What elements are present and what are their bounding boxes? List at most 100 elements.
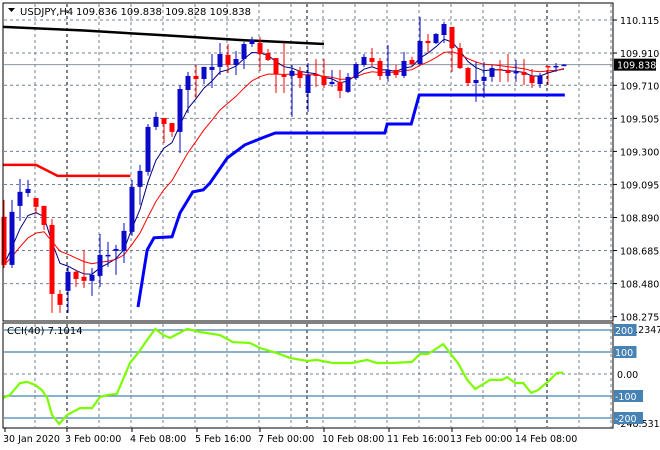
candle-body xyxy=(425,40,431,44)
price-tick-label: 108.685 xyxy=(620,247,659,258)
candle-body xyxy=(545,65,551,68)
trading-chart[interactable]: 110.115 109.910 109.710 109.505 109.300 109.0… xyxy=(0,0,660,450)
cci-label: CCI(40) 7.1014 xyxy=(7,326,83,337)
triangle-down-icon[interactable] xyxy=(8,8,15,12)
time-label: 14 Feb 08:00 xyxy=(515,434,577,445)
candle-body xyxy=(313,74,319,76)
candle-body xyxy=(241,44,247,60)
candle-body xyxy=(433,34,439,44)
candles xyxy=(1,16,567,313)
candle-body xyxy=(361,56,367,65)
cci-level-label: 0.00 xyxy=(617,370,638,381)
price-tick-label: 108.275 xyxy=(620,313,659,324)
candle-body xyxy=(249,39,255,45)
candle-body xyxy=(73,271,79,279)
candle-body xyxy=(209,66,215,70)
candle-body xyxy=(537,75,543,85)
candle-body xyxy=(505,69,511,74)
ohlc-label: 109.836 109.838 109.828 109.838 xyxy=(76,7,251,18)
candle-body xyxy=(177,89,183,132)
symbol-label: USDJPY,H4 xyxy=(20,7,73,18)
candle-body xyxy=(137,170,143,187)
candle-body xyxy=(465,68,471,84)
candle-body xyxy=(201,66,207,80)
main-panel-border xyxy=(2,2,614,322)
candle-body xyxy=(409,59,415,65)
candle-body xyxy=(233,59,239,65)
time-label: 10 Feb 08:00 xyxy=(322,434,384,445)
candle-body xyxy=(393,69,399,75)
cci-level-label: 200 xyxy=(615,326,633,337)
candle-body xyxy=(185,75,191,90)
candle-body xyxy=(1,216,7,265)
candle-body xyxy=(169,123,175,132)
candle-body xyxy=(337,81,343,91)
price-tick-label: 109.910 xyxy=(620,49,659,60)
time-label: 13 Feb 00:00 xyxy=(450,434,512,445)
candle-body xyxy=(329,81,335,85)
candle-body xyxy=(305,74,311,94)
candle-body xyxy=(89,274,95,281)
candle-body xyxy=(129,186,135,232)
candle-body xyxy=(257,43,263,55)
time-label: 11 Feb 16:00 xyxy=(387,434,449,445)
candle-body xyxy=(105,254,111,257)
candle-body xyxy=(65,271,71,291)
candle-body xyxy=(49,224,55,294)
time-label: 3 Feb 00:00 xyxy=(65,434,121,445)
price-tick-label: 110.115 xyxy=(620,16,659,27)
candle-body xyxy=(321,75,327,85)
candle-body xyxy=(473,79,479,84)
candle-body xyxy=(521,71,527,75)
current-price-label: 109.838 xyxy=(617,61,656,72)
price-tick-label: 109.710 xyxy=(620,81,659,92)
candle-body xyxy=(273,58,279,75)
candle-body xyxy=(289,70,295,76)
candle-body xyxy=(81,276,87,281)
candle-body xyxy=(121,230,127,251)
candle-body xyxy=(529,75,535,84)
candle-body xyxy=(441,24,447,35)
candle-body xyxy=(9,211,15,265)
cci-panel-border xyxy=(2,322,614,429)
trend-line xyxy=(3,25,325,46)
candle-body xyxy=(265,53,271,60)
candle-body xyxy=(281,74,287,77)
candle-body xyxy=(401,60,407,76)
candle-body xyxy=(345,76,351,92)
candle-body xyxy=(513,71,519,74)
candle-body xyxy=(561,64,567,67)
candle-body xyxy=(217,54,223,67)
time-label: 30 Jan 2020 xyxy=(3,434,60,445)
candle-body xyxy=(225,54,231,65)
candle-body xyxy=(457,48,463,69)
candle-body xyxy=(145,126,151,172)
candle-body xyxy=(377,60,383,76)
time-label: 4 Feb 08:00 xyxy=(130,434,186,445)
price-tick-label: 108.890 xyxy=(620,213,659,224)
candle-body xyxy=(369,58,375,62)
time-label: 7 Feb 00:00 xyxy=(258,434,314,445)
candle-body xyxy=(57,293,63,305)
price-tick-label: 109.095 xyxy=(620,180,659,191)
cci-level-label: -200 xyxy=(615,414,637,425)
candle-body xyxy=(481,76,487,81)
candle-body xyxy=(97,254,103,276)
candle-body xyxy=(497,69,503,71)
price-tick-label: 108.480 xyxy=(620,280,659,291)
price-tick-label: 109.300 xyxy=(620,147,659,158)
candle-body xyxy=(417,40,423,65)
candle-body xyxy=(449,26,455,49)
candle-body xyxy=(297,70,303,79)
cci-level-label: 100 xyxy=(615,348,633,359)
price-tick-label: 109.505 xyxy=(620,114,659,125)
cci-series xyxy=(2,327,564,426)
candle-body xyxy=(25,188,31,193)
candle-body xyxy=(17,191,23,206)
candle-body xyxy=(41,205,47,225)
candle-body xyxy=(553,65,559,68)
candle-body xyxy=(161,118,167,124)
candle-body xyxy=(193,75,199,80)
cci-line xyxy=(2,327,564,426)
candle-body xyxy=(385,69,391,76)
